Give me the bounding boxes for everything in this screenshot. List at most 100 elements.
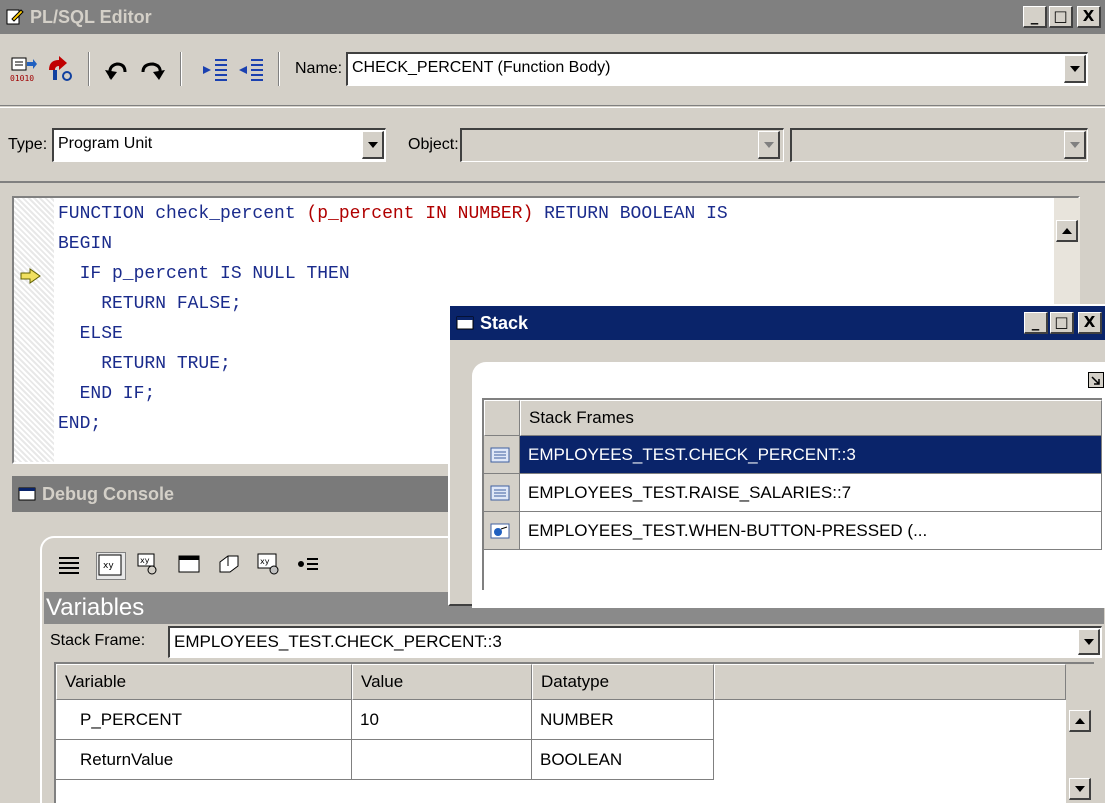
stack-frame-row[interactable]: EMPLOYEES_TEST.CHECK_PERCENT::3 <box>520 436 1102 474</box>
program-unit-icon <box>484 474 520 512</box>
svg-text:01010: 01010 <box>10 74 34 82</box>
debug-console-title: Debug Console <box>42 483 175 504</box>
object-dropdown-button-2[interactable] <box>1064 131 1086 159</box>
code-line[interactable]: END IF; <box>58 384 156 404</box>
editor-titlebar[interactable]: PL/SQL Editor _ □ X <box>0 0 1105 34</box>
code-token: ELSE <box>58 324 123 344</box>
stack-frame-row[interactable]: EMPLOYEES_TEST.RAISE_SALARIES::7 <box>520 474 1102 512</box>
code-line[interactable]: END; <box>58 414 101 434</box>
stack-window-icon <box>456 315 474 331</box>
code-token: FUNCTION check_percent <box>58 204 307 224</box>
redo-icon[interactable] <box>138 54 168 84</box>
stack-grid[interactable]: Stack Frames EMPLOYEES_TEST.CHECK_PERCEN… <box>482 398 1102 590</box>
global-values-icon[interactable] <box>216 552 246 580</box>
pl-sql-packages-icon[interactable]: xy <box>256 552 286 580</box>
close-button[interactable]: X <box>1078 312 1102 334</box>
scroll-up-button[interactable] <box>1056 220 1078 242</box>
variable-cell-variable[interactable]: ReturnValue <box>56 740 352 780</box>
svg-text:xy: xy <box>140 556 150 565</box>
column-header-value[interactable]: Value <box>352 664 532 700</box>
code-token: END IF; <box>58 384 156 404</box>
object-field-2[interactable] <box>790 128 1088 162</box>
debug-window-icon <box>18 486 36 502</box>
editor-type-row: Type: Program Unit Object: <box>0 107 1105 183</box>
variable-cell-value[interactable]: 10 <box>352 700 532 740</box>
code-line[interactable]: FUNCTION check_percent (p_percent IN NUM… <box>58 204 728 224</box>
code-line[interactable]: IF p_percent IS NULL THEN <box>58 264 350 284</box>
code-token: BEGIN <box>58 234 113 254</box>
editor-title: PL/SQL Editor <box>30 6 152 27</box>
chevron-down-icon <box>1069 65 1080 72</box>
scroll-down-button[interactable] <box>1069 778 1091 800</box>
column-header-variable[interactable]: Variable <box>56 664 352 700</box>
maximize-button[interactable]: □ <box>1050 312 1074 334</box>
indent-icon[interactable] <box>200 54 230 84</box>
minimize-button[interactable]: _ <box>1024 312 1048 334</box>
chevron-down-icon <box>1074 785 1085 792</box>
name-label: Name: <box>295 60 343 77</box>
variables-icon[interactable]: xy <box>96 552 126 580</box>
object-field-1[interactable] <box>460 128 784 162</box>
column-header-stack-frames[interactable]: Stack Frames <box>520 400 1102 436</box>
variable-cell-variable[interactable]: P_PERCENT <box>56 700 352 740</box>
minimize-button[interactable]: _ <box>1023 6 1047 28</box>
code-line[interactable]: RETURN TRUE; <box>58 354 231 374</box>
current-line-arrow-icon <box>20 268 42 289</box>
editor-toolbar: 01010 Name: CHECK_PERCENT (Function Body… <box>0 34 1105 106</box>
stack-frame-label: Stack Frame: <box>50 632 146 649</box>
chevron-down-icon <box>1083 638 1094 645</box>
form-values-icon[interactable] <box>176 552 206 580</box>
maximize-button[interactable]: □ <box>1049 6 1073 28</box>
chevron-down-icon <box>763 141 774 148</box>
name-dropdown-button[interactable] <box>1064 55 1086 83</box>
code-line[interactable]: BEGIN <box>58 234 112 254</box>
stack-frame-field[interactable]: EMPLOYEES_TEST.CHECK_PERCENT::3 <box>168 626 1102 658</box>
svg-text:xy: xy <box>103 561 114 571</box>
scroll-up-button[interactable] <box>1069 710 1091 732</box>
code-line[interactable]: ELSE <box>58 324 123 344</box>
watch-icon[interactable]: xy <box>136 552 166 580</box>
variable-cell-datatype[interactable]: NUMBER <box>532 700 714 740</box>
undo-icon[interactable] <box>102 54 132 84</box>
stack-frame-dropdown-button[interactable] <box>1078 629 1100 655</box>
dock-icon[interactable] <box>1088 372 1104 388</box>
variables-grid[interactable]: Variable Value Datatype P_PERCENT 10 NUMBE… <box>54 662 1094 803</box>
trigger-icon <box>484 512 520 550</box>
variable-cell-value[interactable] <box>352 740 532 780</box>
chevron-up-icon <box>1061 227 1072 234</box>
code-token: RETURN BOOLEAN IS <box>533 204 728 224</box>
svg-text:xy: xy <box>260 557 270 566</box>
name-field[interactable]: CHECK_PERCENT (Function Body) <box>346 52 1088 86</box>
code-token: IF p_percent IS NULL THEN <box>58 264 350 284</box>
stack-window: Stack _ □ X Stack Frames EMPLOYEES_TEST.… <box>448 304 1105 608</box>
code-gutter[interactable] <box>14 198 54 462</box>
stack-panel: Stack Frames EMPLOYEES_TEST.CHECK_PERCEN… <box>472 362 1105 608</box>
variables-scrollbar[interactable] <box>1066 664 1094 803</box>
breakpoints-icon[interactable] <box>296 552 326 580</box>
column-header-blank <box>714 664 1066 700</box>
object-label: Object: <box>408 136 459 153</box>
column-header-datatype[interactable]: Datatype <box>532 664 714 700</box>
stack-titlebar[interactable]: Stack _ □ X <box>450 306 1105 340</box>
run-icon[interactable] <box>44 54 74 84</box>
code-token: RETURN FALSE; <box>58 294 242 314</box>
type-field[interactable]: Program Unit <box>52 128 386 162</box>
type-dropdown-button[interactable] <box>362 131 384 159</box>
compile-icon[interactable]: 01010 <box>8 54 38 84</box>
variable-cell-datatype[interactable]: BOOLEAN <box>532 740 714 780</box>
program-unit-icon <box>484 436 520 474</box>
debug-toolbar: xy xy xy <box>56 552 376 582</box>
outdent-icon[interactable] <box>236 54 266 84</box>
code-token: RETURN TRUE; <box>58 354 231 374</box>
code-line[interactable]: RETURN FALSE; <box>58 294 242 314</box>
code-token: (p_percent IN NUMBER) <box>306 204 534 224</box>
variable-cell-blank <box>714 700 1066 740</box>
chevron-up-icon <box>1074 717 1085 724</box>
editor-window-icon <box>6 9 24 25</box>
variable-cell-blank <box>714 740 1066 780</box>
chevron-down-icon <box>367 141 378 148</box>
object-dropdown-button-1[interactable] <box>758 131 780 159</box>
stack-icon[interactable] <box>56 552 86 580</box>
close-button[interactable]: X <box>1077 6 1101 28</box>
stack-frame-row[interactable]: EMPLOYEES_TEST.WHEN-BUTTON-PRESSED (... <box>520 512 1102 550</box>
